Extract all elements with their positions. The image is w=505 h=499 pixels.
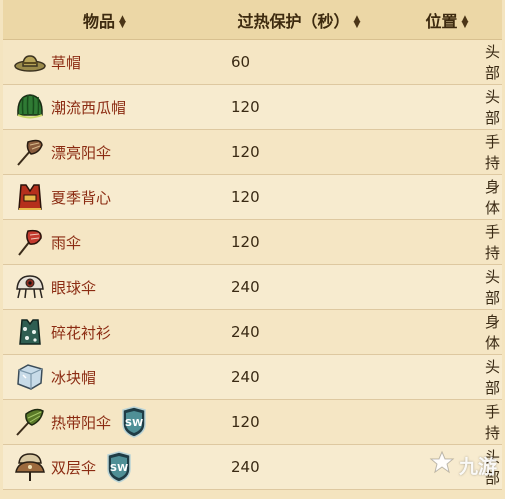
ice-cube-hat-icon[interactable] (13, 360, 47, 394)
floral-shirt-icon[interactable] (13, 315, 47, 349)
item-cell: 双层伞 SW (3, 444, 206, 490)
column-header-slot-label: 位置 (425, 11, 458, 31)
overheat-value: 240 (206, 444, 392, 490)
table-row: 漂亮阳伞 120 手持 (3, 129, 502, 175)
slot-value: 头部 (392, 84, 502, 130)
tropical-parasol-icon[interactable] (13, 405, 47, 439)
shipwrecked-badge-icon[interactable]: SW (104, 451, 134, 483)
watermark-text: 九游 (458, 456, 497, 478)
item-link[interactable]: 冰块帽 (51, 367, 96, 388)
table-row: 潮流西瓜帽 120 头部 (3, 84, 502, 130)
slot-value: 头部 (392, 354, 502, 400)
slot-value: 头部 (392, 264, 502, 310)
slot-value: 身体 (392, 174, 502, 220)
summer-vest-icon[interactable] (13, 180, 47, 214)
column-header-overheat[interactable]: 过热保护（秒） ▲ ▼ (206, 0, 392, 40)
overheat-value: 120 (206, 399, 392, 445)
item-cell: 雨伞 (3, 219, 206, 265)
overheat-value: 240 (206, 264, 392, 310)
slot-value: 身体 (392, 309, 502, 355)
sort-arrows-icon[interactable]: ▲ ▼ (462, 15, 469, 30)
watermelon-hat-icon[interactable] (13, 90, 47, 124)
table-row: 双层伞 SW 240 头部 (3, 444, 502, 490)
sort-arrows-icon[interactable]: ▲ ▼ (119, 15, 126, 30)
wiki-page: 物品▲▼ 过热保护（秒）▲▼ 位置▲▼ 草帽 60 头部 潮流西瓜帽 (0, 0, 505, 499)
item-link[interactable]: 夏季背心 (51, 187, 111, 208)
umbrella-icon[interactable] (13, 225, 47, 259)
overheat-value: 120 (206, 84, 392, 130)
table-row: 热带阳伞 SW 120 手持 (3, 399, 502, 445)
item-cell: 冰块帽 (3, 354, 206, 400)
item-cell: 夏季背心 (3, 174, 206, 220)
item-link[interactable]: 碎花衬衫 (51, 322, 111, 343)
table-row: 草帽 60 头部 (3, 39, 502, 85)
item-link[interactable]: 双层伞 (51, 457, 96, 478)
table-row: 冰块帽 240 头部 (3, 354, 502, 400)
watermark: 九游 (429, 450, 497, 481)
straw-hat-icon[interactable] (13, 45, 47, 79)
column-header-item-label: 物品 (83, 11, 116, 31)
item-link[interactable]: 雨伞 (51, 232, 81, 253)
table-row: 雨伞 120 手持 (3, 219, 502, 265)
slot-value: 手持 (392, 399, 502, 445)
sort-arrows-icon[interactable]: ▲ ▼ (354, 15, 361, 30)
slot-value: 手持 (392, 129, 502, 175)
column-header-item[interactable]: 物品 ▲ ▼ (3, 0, 206, 40)
overheat-value: 120 (206, 219, 392, 265)
item-cell: 热带阳伞 SW (3, 399, 206, 445)
items-table: 物品▲▼ 过热保护（秒）▲▼ 位置▲▼ 草帽 60 头部 潮流西瓜帽 (3, 0, 502, 490)
table-row: 眼球伞 240 头部 (3, 264, 502, 310)
double-umbrella-icon[interactable] (13, 450, 47, 484)
item-cell: 漂亮阳伞 (3, 129, 206, 175)
item-cell: 草帽 (3, 39, 206, 85)
overheat-value: 60 (206, 39, 392, 85)
badge-label: SW (125, 418, 143, 429)
item-link[interactable]: 草帽 (51, 52, 81, 73)
item-cell: 眼球伞 (3, 264, 206, 310)
shipwrecked-badge-icon[interactable]: SW (119, 406, 149, 438)
item-cell: 潮流西瓜帽 (3, 84, 206, 130)
badge-label: SW (110, 463, 128, 474)
table-row: 夏季背心 120 身体 (3, 174, 502, 220)
slot-value: 头部 (392, 39, 502, 85)
item-link[interactable]: 热带阳伞 (51, 412, 111, 433)
jiuyou-logo-icon (429, 450, 455, 481)
overheat-value: 240 (206, 309, 392, 355)
slot-value: 手持 (392, 219, 502, 265)
column-header-overheat-label: 过热保护（秒） (237, 11, 350, 31)
overheat-value: 120 (206, 174, 392, 220)
overheat-value: 240 (206, 354, 392, 400)
item-link[interactable]: 眼球伞 (51, 277, 96, 298)
pretty-parasol-icon[interactable] (13, 135, 47, 169)
table-row: 碎花衬衫 240 身体 (3, 309, 502, 355)
item-link[interactable]: 潮流西瓜帽 (51, 97, 126, 118)
eyebrella-icon[interactable] (13, 270, 47, 304)
overheat-value: 120 (206, 129, 392, 175)
table-header-row: 物品 ▲ ▼ 过热保护（秒） ▲ ▼ 位置 ▲ ▼ (3, 0, 502, 40)
item-cell: 碎花衬衫 (3, 309, 206, 355)
item-link[interactable]: 漂亮阳伞 (51, 142, 111, 163)
column-header-slot[interactable]: 位置 ▲ ▼ (392, 0, 502, 40)
